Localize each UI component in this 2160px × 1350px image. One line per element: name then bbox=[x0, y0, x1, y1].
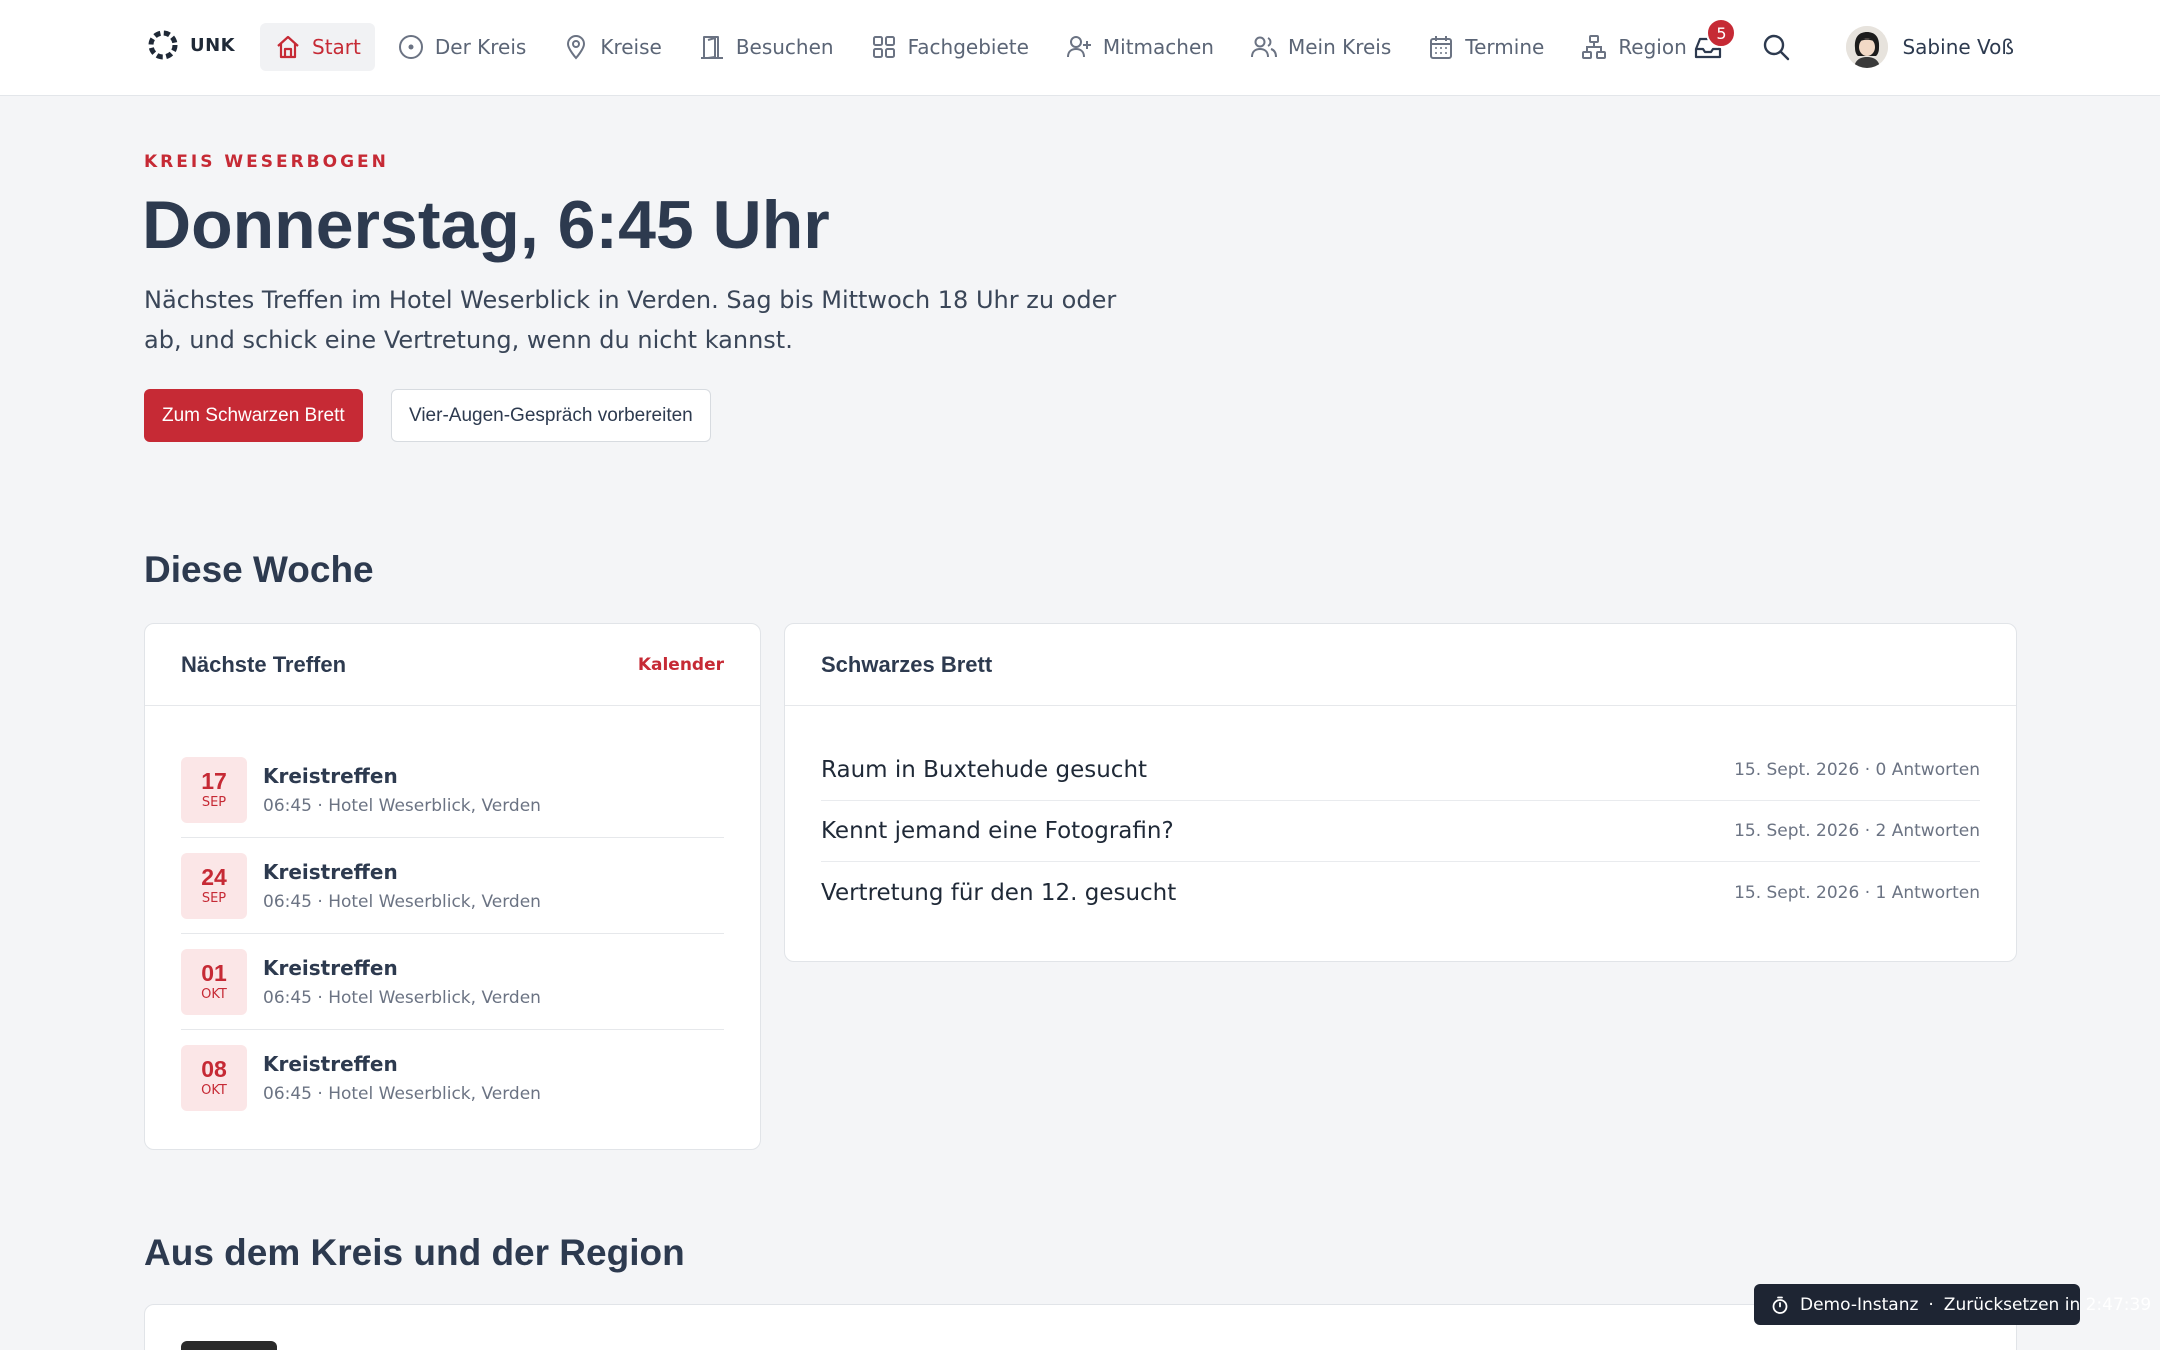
demo-reset-countdown: Zurücksetzen in 2:47:39 bbox=[1943, 1294, 2152, 1315]
blackboard-card: Schwarzes Brett Raum in Buxtehude gesuch… bbox=[784, 623, 2017, 962]
nav-item-region[interactable]: Region bbox=[1566, 23, 1700, 71]
post-meta: 15. Sept. 2026 · 0 Antworten bbox=[1734, 760, 1980, 780]
logo-ring-icon bbox=[148, 30, 178, 60]
nav-item-label: Mitmachen bbox=[1102, 35, 1214, 59]
meeting-title: Kreistreffen bbox=[263, 955, 398, 980]
nav-item-fachgebiete[interactable]: Fachgebiete bbox=[856, 23, 1043, 71]
post-thumbnail bbox=[181, 1341, 277, 1350]
blackboard-card-header: Schwarzes Brett bbox=[785, 624, 2016, 706]
nav-item-besuchen[interactable]: Besuchen bbox=[684, 23, 848, 71]
post-meta: 15. Sept. 2026 · 2 Antworten bbox=[1734, 821, 1980, 841]
top-navigation: UNK Start Der Kreis Kreise Besuchen Fach… bbox=[0, 0, 2160, 96]
list-item[interactable]: 24 SEP Kreistreffen 06:45 · Hotel Weserb… bbox=[181, 838, 724, 934]
date-badge: 17 SEP bbox=[181, 756, 247, 823]
nav-item-label: Fachgebiete bbox=[907, 35, 1029, 59]
date-day: 08 bbox=[201, 1056, 227, 1082]
list-item[interactable]: 08 OKT Kreistreffen 06:45 · Hotel Weserb… bbox=[181, 1030, 724, 1126]
hero-description: Nächstes Treffen im Hotel Weserblick in … bbox=[144, 286, 1117, 354]
list-item[interactable]: 01 OKT Kreistreffen 06:45 · Hotel Weserb… bbox=[181, 934, 724, 1030]
brand-name: UNK bbox=[190, 34, 236, 56]
meeting-title: Kreistreffen bbox=[263, 1052, 398, 1076]
nav-item-label: Der Kreis bbox=[434, 35, 527, 59]
meeting-details: 06:45 · Hotel Weserblick, Verden bbox=[263, 891, 541, 912]
date-badge: 08 OKT bbox=[181, 1045, 247, 1111]
blackboard-list: Raum in Buxtehude gesucht 15. Sept. 2026… bbox=[785, 706, 2016, 923]
nav-item-kreise[interactable]: Kreise bbox=[548, 23, 675, 71]
avatar bbox=[1846, 26, 1889, 68]
post-title: Vertretung für den 12. gesucht bbox=[821, 879, 1177, 906]
post-title: Kennt jemand eine Fotografin? bbox=[821, 818, 1174, 844]
nav-item-label: Start bbox=[312, 35, 361, 59]
nav-item-label: Mein Kreis bbox=[1287, 35, 1392, 59]
meeting-details: 06:45 · Hotel Weserblick, Verden bbox=[263, 795, 541, 816]
post-meta: 15. Sept. 2026 · 1 Antworten bbox=[1734, 882, 1980, 903]
nav-item-label: Kreise bbox=[600, 35, 662, 59]
blackboard-button[interactable]: Zum Schwarzen Brett bbox=[144, 389, 363, 442]
date-month: OKT bbox=[201, 986, 227, 1002]
meeting-title: Kreistreffen bbox=[263, 859, 398, 884]
date-month: OKT bbox=[201, 1083, 227, 1098]
inbox-button[interactable]: 5 bbox=[1688, 18, 1737, 72]
stopwatch-icon bbox=[1772, 1296, 1788, 1314]
brand-logo[interactable]: UNK bbox=[146, 28, 235, 62]
date-badge: 01 OKT bbox=[181, 948, 247, 1015]
nav-item-mein-kreis[interactable]: Mein Kreis bbox=[1236, 23, 1405, 71]
grid-icon bbox=[872, 36, 895, 58]
nav-item-label: Region bbox=[1618, 35, 1687, 59]
list-item[interactable]: Raum in Buxtehude gesucht 15. Sept. 2026… bbox=[821, 740, 1980, 801]
nav-item-termine[interactable]: Termine bbox=[1413, 23, 1558, 71]
nav-item-label: Besuchen bbox=[735, 35, 834, 59]
home-icon bbox=[277, 35, 299, 59]
section-title-this-week: Diese Woche bbox=[144, 549, 374, 590]
door-icon bbox=[700, 36, 723, 59]
list-item[interactable]: Kennt jemand eine Fotografin? 15. Sept. … bbox=[821, 801, 1980, 862]
meetings-card: Nächste Treffen Kalender 17 SEP Kreistre… bbox=[144, 623, 761, 1150]
main-nav: Start Der Kreis Kreise Besuchen Fachgebi… bbox=[260, 23, 1701, 71]
search-button[interactable] bbox=[1756, 22, 1796, 72]
page-title: Donnerstag, 6:45 Uhr bbox=[142, 187, 830, 263]
nav-item-label: Termine bbox=[1465, 35, 1545, 59]
meetings-card-header: Nächste Treffen Kalender bbox=[145, 624, 760, 706]
prepare-meeting-button[interactable]: Vier-Augen-Gespräch vorbereiten bbox=[391, 389, 711, 442]
meeting-title: Kreistreffen bbox=[263, 763, 398, 788]
list-item[interactable]: 17 SEP Kreistreffen 06:45 · Hotel Weserb… bbox=[181, 742, 724, 838]
nav-actions: 5 Sabine Voß bbox=[1688, 18, 2014, 72]
blackboard-card-title: Schwarzes Brett bbox=[821, 651, 993, 677]
region-feed-card bbox=[144, 1304, 2017, 1350]
meetings-card-title: Nächste Treffen bbox=[181, 651, 347, 677]
date-day: 01 bbox=[201, 959, 227, 986]
search-icon bbox=[1764, 34, 1790, 61]
user-plus-icon bbox=[1066, 36, 1091, 58]
date-badge: 24 SEP bbox=[181, 852, 247, 919]
demo-separator: · bbox=[1928, 1294, 1934, 1315]
circle-dot-icon bbox=[398, 35, 423, 59]
meeting-details: 06:45 · Hotel Weserblick, Verden bbox=[263, 1084, 541, 1104]
calendar-link[interactable]: Kalender bbox=[638, 655, 724, 675]
circle-eyebrow: KREIS WESERBOGEN bbox=[144, 152, 389, 172]
section-title-region: Aus dem Kreis und der Region bbox=[144, 1232, 685, 1273]
nav-item-mitmachen[interactable]: Mitmachen bbox=[1051, 23, 1228, 71]
date-day: 24 bbox=[201, 863, 227, 890]
nav-item-der-kreis[interactable]: Der Kreis bbox=[383, 23, 540, 71]
date-month: SEP bbox=[201, 890, 227, 906]
user-menu[interactable]: Sabine Voß bbox=[1846, 26, 2014, 68]
meeting-details: 06:45 · Hotel Weserblick, Verden bbox=[263, 987, 541, 1008]
list-item[interactable]: Vertretung für den 12. gesucht 15. Sept.… bbox=[821, 862, 1980, 923]
date-month: SEP bbox=[201, 794, 227, 810]
notification-badge: 5 bbox=[1706, 18, 1737, 48]
date-day: 17 bbox=[201, 767, 227, 794]
calendar-icon bbox=[1430, 36, 1453, 59]
nav-item-start[interactable]: Start bbox=[260, 23, 375, 71]
demo-instance-banner: Demo-Instanz · Zurücksetzen in 2:47:39 bbox=[1754, 1284, 2151, 1325]
sitemap-icon bbox=[1582, 35, 1607, 59]
avatar-portrait-icon bbox=[1846, 26, 1889, 68]
users-icon bbox=[1250, 36, 1277, 58]
map-pin-icon bbox=[567, 35, 586, 60]
meetings-list: 17 SEP Kreistreffen 06:45 · Hotel Weserb… bbox=[145, 706, 760, 1126]
post-title: Raum in Buxtehude gesucht bbox=[821, 757, 1148, 783]
demo-label: Demo-Instanz bbox=[1800, 1294, 1919, 1315]
user-name: Sabine Voß bbox=[1902, 35, 2014, 59]
